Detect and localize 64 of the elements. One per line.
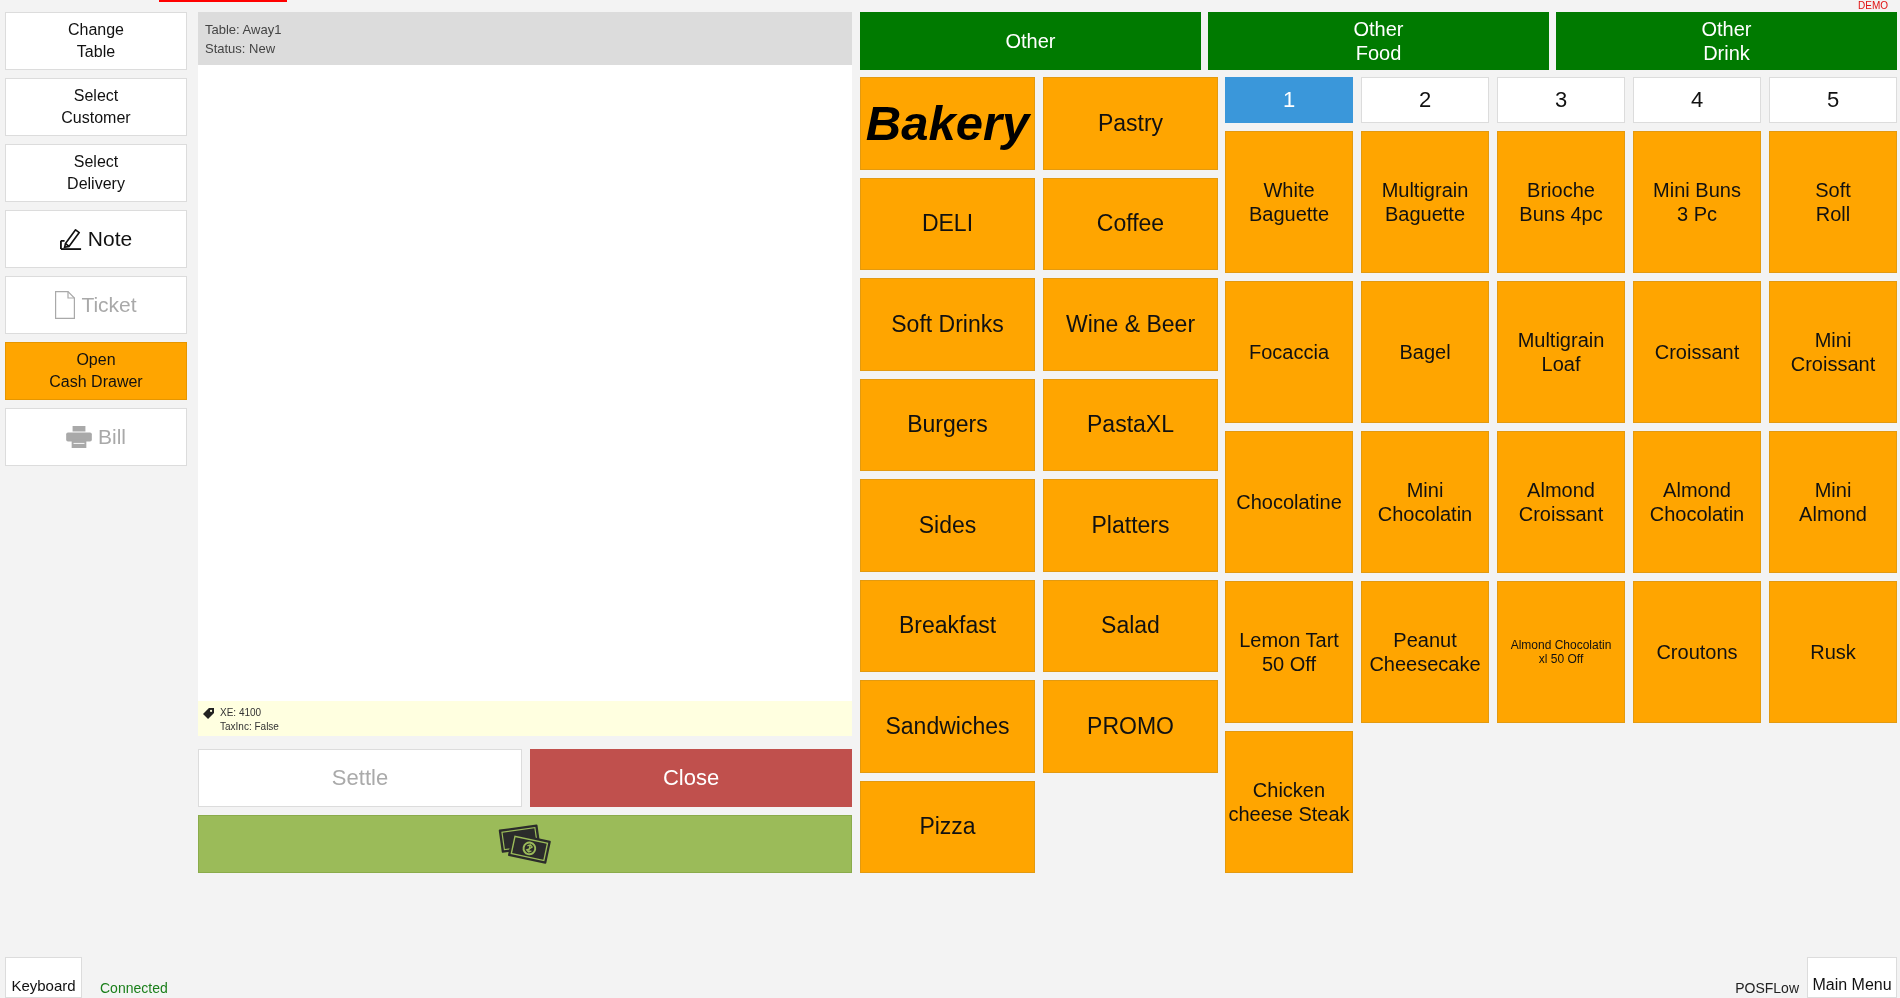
category-button[interactable]: Bakery	[860, 77, 1035, 170]
product-button[interactable]: Mini Chocolatin	[1361, 431, 1489, 573]
product-button[interactable]: Brioche Buns 4pc	[1497, 131, 1625, 273]
product-button[interactable]: Mini Buns 3 Pc	[1633, 131, 1761, 273]
product-button[interactable]: Rusk	[1769, 581, 1897, 723]
product-button[interactable]: Almond Chocolatin	[1633, 431, 1761, 573]
product-button[interactable]: Multigrain Loaf	[1497, 281, 1625, 423]
page-tab[interactable]: 3	[1497, 77, 1625, 123]
category-group-button[interactable]: Other Food	[1208, 12, 1549, 70]
product-button[interactable]: Focaccia	[1225, 281, 1353, 423]
product-button[interactable]: Mini Almond	[1769, 431, 1897, 573]
category-button[interactable]: Platters	[1043, 479, 1218, 572]
demo-label: DEMO	[1858, 0, 1888, 11]
page-tab[interactable]: 4	[1633, 77, 1761, 123]
cash-payment-button[interactable]	[198, 815, 852, 873]
banknotes-icon	[497, 822, 553, 866]
product-button[interactable]: Multigrain Baguette	[1361, 131, 1489, 273]
category-group-button[interactable]: Other Drink	[1556, 12, 1897, 70]
page-tab[interactable]: 2	[1361, 77, 1489, 123]
keyboard-button[interactable]: Keyboard	[5, 957, 82, 998]
category-button[interactable]: DELI	[860, 177, 1035, 270]
app-name-label: POSFLow	[1735, 980, 1799, 998]
category-button[interactable]: Breakfast	[860, 579, 1035, 672]
action-button[interactable]: Select Delivery	[5, 144, 187, 202]
product-button[interactable]: Chicken cheese Steak	[1225, 731, 1353, 873]
category-button[interactable]: Coffee	[1043, 177, 1218, 270]
product-button[interactable]: Chocolatine	[1225, 431, 1353, 573]
product-button[interactable]: White Baguette	[1225, 131, 1353, 273]
category-button[interactable]: Pastry	[1043, 77, 1218, 170]
product-button[interactable]: Mini Croissant	[1769, 281, 1897, 423]
category-button[interactable]: Salad	[1043, 579, 1218, 672]
tag-icon	[203, 708, 214, 719]
category-button[interactable]: Soft Drinks	[860, 278, 1035, 371]
product-button[interactable]: Croissant	[1633, 281, 1761, 423]
category-button[interactable]: Burgers	[860, 378, 1035, 471]
info-text: XE: 4100	[220, 706, 262, 720]
table-label: Table: Away1	[205, 20, 282, 39]
product-button[interactable]: Soft Roll	[1769, 131, 1897, 273]
product-button[interactable]: Almond Croissant	[1497, 431, 1625, 573]
connection-status: Connected	[100, 980, 168, 998]
action-button[interactable]: Change Table	[5, 12, 187, 70]
category-button[interactable]: PastaXL	[1043, 378, 1218, 471]
main-menu-button[interactable]: Main Menu	[1807, 957, 1897, 998]
printer-icon	[66, 426, 92, 448]
action-button[interactable]: Note	[5, 210, 187, 268]
action-button[interactable]: Open Cash Drawer	[5, 342, 187, 400]
category-button[interactable]: Pizza	[860, 780, 1035, 873]
document-icon	[55, 291, 76, 319]
close-button[interactable]: Close	[530, 749, 852, 807]
page-tab[interactable]: 5	[1769, 77, 1897, 123]
info-text: TaxInc: False	[220, 720, 279, 734]
action-button[interactable]: Select Customer	[5, 78, 187, 136]
product-button[interactable]: Bagel	[1361, 281, 1489, 423]
product-button[interactable]: Croutons	[1633, 581, 1761, 723]
category-button[interactable]: Sides	[860, 479, 1035, 572]
product-button[interactable]: Lemon Tart 50 Off	[1225, 581, 1353, 723]
status-label: Status: New	[205, 39, 276, 58]
product-button[interactable]: Peanut Cheesecake	[1361, 581, 1489, 723]
category-button[interactable]: Wine & Beer	[1043, 278, 1218, 371]
category-group-button[interactable]: Other	[860, 12, 1201, 70]
category-button[interactable]: PROMO	[1043, 680, 1218, 773]
pencil-writing-icon	[59, 228, 82, 250]
product-button[interactable]: Almond Chocolatin xl 50 Off	[1497, 581, 1625, 723]
category-button[interactable]: Sandwiches	[860, 680, 1035, 773]
